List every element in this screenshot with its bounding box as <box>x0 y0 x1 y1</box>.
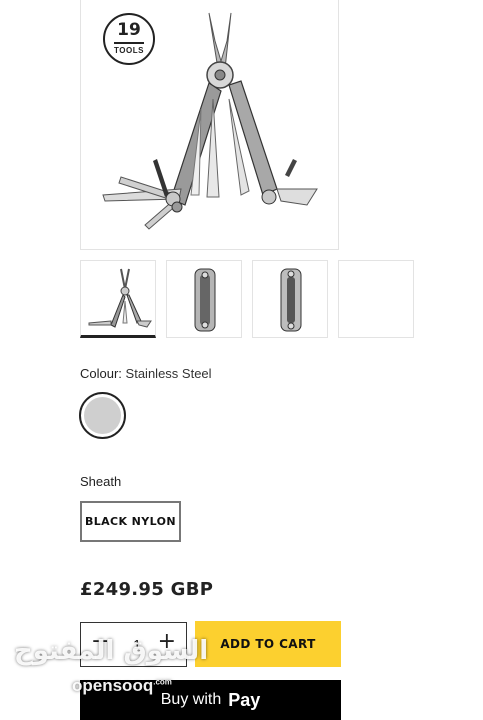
product-price: £249.95 GBP <box>80 579 214 600</box>
thumbnail-4[interactable] <box>338 260 414 338</box>
sheath-label: Sheath <box>80 474 122 489</box>
watermark-latin: opensooq <box>72 676 154 695</box>
thumbnail-multitool-closed-icon <box>194 268 216 332</box>
watermark-latin-sup: .com <box>153 677 172 687</box>
thumbnail-1[interactable] <box>80 260 156 338</box>
add-to-cart-button[interactable]: ADD TO CART <box>195 621 341 667</box>
thumbnail-3[interactable] <box>252 260 328 338</box>
thumbnail-strip <box>80 260 483 340</box>
tools-count-badge: 19 TOOLS <box>103 13 155 65</box>
thumbnail-multitool-closed-back-icon <box>280 268 302 332</box>
tools-count-number: 19 <box>117 20 141 40</box>
sheath-option-black-nylon[interactable]: BLACK NYLON <box>80 501 181 542</box>
thumbnail-multitool-open-icon <box>88 268 152 328</box>
colour-value: Stainless Steel <box>125 366 212 381</box>
colour-label: Colour: <box>80 366 122 381</box>
colour-label-row: Colour: Stainless Steel <box>80 366 212 381</box>
colour-swatch-stainless-steel[interactable] <box>79 392 126 439</box>
watermark-logo: opensooq.com <box>72 676 172 696</box>
tools-count-label: TOOLS <box>114 45 144 55</box>
thumbnail-2[interactable] <box>166 260 242 338</box>
apple-pay-pay-text: Pay <box>228 689 261 710</box>
main-product-image[interactable]: 19 TOOLS <box>80 0 339 250</box>
watermark-arabic: السوق المفتوح <box>14 636 209 666</box>
